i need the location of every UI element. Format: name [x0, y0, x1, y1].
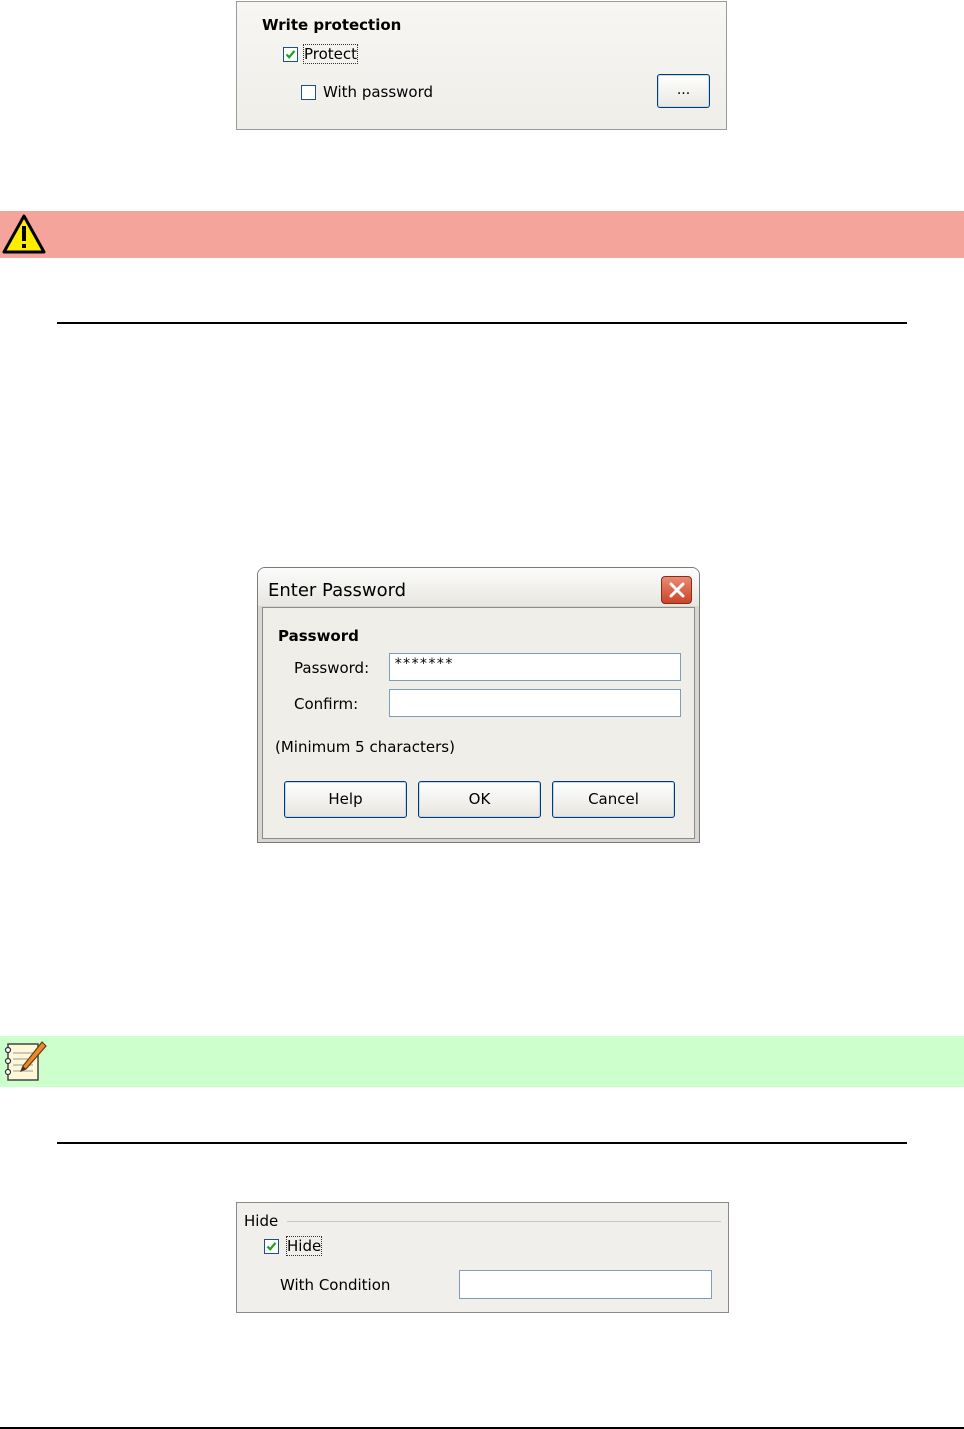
- protect-checkbox[interactable]: [283, 47, 298, 62]
- password-field[interactable]: *******: [389, 653, 681, 681]
- hide-panel: Hide Hide With Condition: [236, 1202, 729, 1313]
- password-hint: (Minimum 5 characters): [275, 738, 455, 756]
- with-password-checkbox[interactable]: [301, 85, 316, 100]
- ok-button[interactable]: OK: [418, 781, 541, 818]
- close-button[interactable]: [661, 576, 692, 604]
- password-dots-button[interactable]: ...: [657, 74, 710, 108]
- close-icon: [669, 582, 685, 598]
- confirm-field-label: Confirm:: [294, 695, 359, 713]
- help-button[interactable]: Help: [284, 781, 407, 818]
- cancel-button[interactable]: Cancel: [552, 781, 675, 818]
- horizontal-rule: [57, 322, 907, 324]
- write-protection-panel: Write protection Protect With password .…: [236, 1, 727, 130]
- condition-field[interactable]: [459, 1270, 712, 1299]
- enter-password-dialog: Enter Password Password Password: ******…: [257, 567, 700, 843]
- with-password-label[interactable]: With password: [323, 83, 433, 101]
- confirm-field[interactable]: [389, 689, 681, 717]
- section-divider: [287, 1221, 721, 1222]
- dialog-titlebar: Enter Password: [258, 568, 699, 606]
- hide-checkbox[interactable]: [264, 1239, 279, 1254]
- write-protection-title: Write protection: [262, 16, 402, 34]
- warning-triangle-icon: [2, 214, 46, 254]
- horizontal-rule: [57, 1142, 907, 1144]
- dialog-title: Enter Password: [268, 580, 407, 601]
- with-condition-label: With Condition: [280, 1276, 391, 1294]
- password-field-label: Password:: [294, 659, 370, 677]
- hide-label[interactable]: Hide: [285, 1236, 323, 1256]
- warning-band: [0, 211, 964, 258]
- note-pencil-icon: [4, 1041, 47, 1081]
- note-band: [0, 1036, 964, 1087]
- check-mark-icon: [266, 1242, 277, 1251]
- check-mark-icon: [285, 50, 296, 59]
- hide-section-title: Hide: [244, 1212, 279, 1230]
- protect-label[interactable]: Protect: [302, 44, 359, 64]
- password-group-label: Password: [278, 627, 359, 645]
- dialog-body: Password Password: ******* Confirm: (Min…: [262, 607, 695, 839]
